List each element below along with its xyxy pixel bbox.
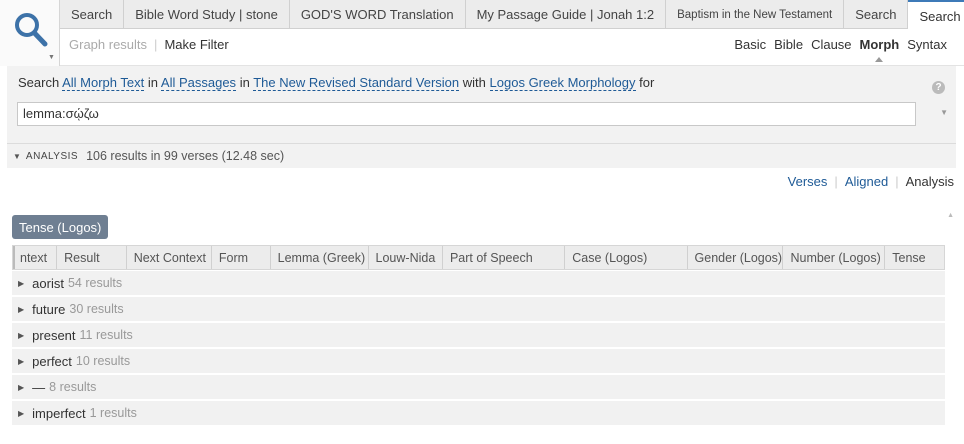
- mode-bible[interactable]: Bible: [774, 37, 803, 52]
- collapse-triangle-icon[interactable]: ▼: [13, 152, 21, 161]
- tab-label: GOD'S WORD Translation: [300, 7, 454, 22]
- in-text: in: [147, 75, 158, 90]
- graph-results-button[interactable]: Graph results: [69, 37, 147, 52]
- analysis-view-current[interactable]: Analysis: [906, 174, 954, 189]
- group-name: —: [32, 379, 46, 395]
- range-dropdown[interactable]: All Passages: [160, 75, 237, 91]
- mode-morph[interactable]: Morph: [860, 37, 899, 62]
- column-header-form[interactable]: Form: [212, 246, 271, 269]
- results-summary-bar[interactable]: ▼ ANALYSIS 106 results in 99 verses (12.…: [7, 144, 956, 168]
- column-header-gender[interactable]: Gender (Logos): [688, 246, 784, 269]
- expand-arrow-icon[interactable]: ▶: [18, 383, 24, 392]
- search-launcher[interactable]: ▼: [0, 0, 60, 66]
- tab-label: Search: [919, 8, 961, 24]
- column-header-lemma[interactable]: Lemma (Greek): [271, 246, 369, 269]
- expand-arrow-icon[interactable]: ▶: [18, 409, 24, 418]
- chevron-down-icon[interactable]: ▼: [48, 54, 55, 61]
- separator: |: [834, 174, 838, 189]
- for-text: for: [639, 75, 655, 90]
- group-row-perfect[interactable]: ▶ perfect 10 results: [12, 349, 945, 373]
- scope-dropdown[interactable]: All Morph Text: [62, 75, 145, 91]
- tab-label: Bible Word Study | stone: [135, 7, 278, 22]
- tab-label: Search: [855, 7, 897, 22]
- verses-view-link[interactable]: Verses: [788, 174, 828, 189]
- group-count: 30 results: [69, 302, 124, 316]
- separator: |: [895, 174, 899, 189]
- in-text: in: [239, 75, 250, 90]
- group-name: imperfect: [32, 405, 86, 421]
- with-text: with: [462, 75, 486, 90]
- tab-label: Search: [71, 7, 113, 22]
- column-header-number[interactable]: Number (Logos): [783, 246, 886, 269]
- separator: |: [154, 37, 158, 52]
- chevron-down-icon[interactable]: ▼: [940, 108, 948, 117]
- morphology-dropdown[interactable]: Logos Greek Morphology: [489, 75, 636, 91]
- column-header-part-of-speech[interactable]: Part of Speech: [443, 246, 566, 269]
- mode-basic[interactable]: Basic: [734, 37, 766, 52]
- tab-search-1[interactable]: Search: [60, 0, 125, 29]
- column-header-case[interactable]: Case (Logos): [565, 246, 688, 269]
- search-toolbar: Graph results | Make Filter Basic Bible …: [60, 29, 964, 66]
- column-header-tense[interactable]: Tense: [885, 246, 944, 269]
- search-sentence: Search All Morph Text in All Passages in…: [18, 75, 655, 91]
- tab-label: My Passage Guide | Jonah 1:2: [476, 7, 655, 22]
- tab-bible-word-study[interactable]: Bible Word Study | stone: [124, 0, 290, 29]
- group-name: perfect: [32, 353, 72, 369]
- expand-arrow-icon[interactable]: ▶: [18, 305, 24, 314]
- make-filter-button[interactable]: Make Filter: [164, 37, 228, 52]
- column-header-next-context[interactable]: Next Context: [127, 246, 212, 269]
- version-dropdown[interactable]: The New Revised Standard Version: [253, 75, 460, 91]
- group-row-none[interactable]: ▶ — 8 results: [12, 375, 945, 399]
- tab-passage-guide[interactable]: My Passage Guide | Jonah 1:2: [466, 0, 667, 29]
- magnifier-icon: [15, 13, 48, 47]
- group-row-future[interactable]: ▶ future 30 results: [12, 297, 945, 321]
- aligned-view-link[interactable]: Aligned: [845, 174, 888, 189]
- tab-search-active[interactable]: Search ×: [908, 0, 964, 30]
- help-icon[interactable]: ?: [932, 81, 945, 94]
- group-count: 54 results: [67, 276, 123, 290]
- group-row-present[interactable]: ▶ present 11 results: [12, 323, 945, 347]
- group-count: 8 results: [49, 380, 97, 394]
- view-switcher: Verses | Aligned | Analysis: [788, 174, 954, 189]
- group-row-aorist[interactable]: ▶ aorist 54 results: [12, 271, 945, 295]
- group-by-chip[interactable]: Tense (Logos): [12, 215, 109, 239]
- column-header-louw-nida[interactable]: Louw-Nida: [369, 246, 443, 269]
- mode-syntax[interactable]: Syntax: [907, 37, 947, 52]
- group-count: 11 results: [79, 328, 133, 342]
- search-mode-tabs: Basic Bible Clause Morph Syntax: [734, 37, 947, 62]
- group-name: aorist: [32, 275, 64, 291]
- group-row-imperfect[interactable]: ▶ imperfect 1 results: [12, 401, 945, 425]
- expand-arrow-icon[interactable]: ▶: [18, 357, 24, 366]
- group-name: future: [32, 301, 66, 317]
- scroll-up-arrow-icon[interactable]: ▲: [947, 212, 954, 219]
- tab-search-2[interactable]: Search: [844, 0, 909, 29]
- group-count: 10 results: [75, 354, 131, 368]
- column-header-row: ntext Result Next Context Form Lemma (Gr…: [12, 245, 945, 270]
- column-header-result[interactable]: Result: [57, 246, 127, 269]
- tab-label: Baptism in the New Testament: [677, 8, 833, 21]
- tab-baptism-nt[interactable]: Baptism in the New Testament: [666, 0, 845, 29]
- mode-clause[interactable]: Clause: [811, 37, 851, 52]
- results-summary: 106 results in 99 verses (12.48 sec): [86, 149, 285, 163]
- tab-gods-word-translation[interactable]: GOD'S WORD Translation: [290, 0, 466, 29]
- expand-arrow-icon[interactable]: ▶: [18, 279, 24, 288]
- result-groups: ▶ aorist 54 results ▶ future 30 results …: [12, 271, 945, 427]
- search-input[interactable]: lemma:σῴζω: [17, 102, 916, 126]
- group-count: 1 results: [89, 406, 137, 420]
- group-name: present: [32, 327, 76, 343]
- analysis-label: ANALYSIS: [25, 150, 79, 162]
- expand-arrow-icon[interactable]: ▶: [18, 331, 24, 340]
- search-prefix: Search: [18, 75, 60, 90]
- tab-bar: Search Bible Word Study | stone GOD'S WO…: [60, 0, 964, 30]
- column-header-context[interactable]: ntext: [13, 246, 58, 269]
- search-panel: Search All Morph Text in All Passages in…: [7, 66, 956, 144]
